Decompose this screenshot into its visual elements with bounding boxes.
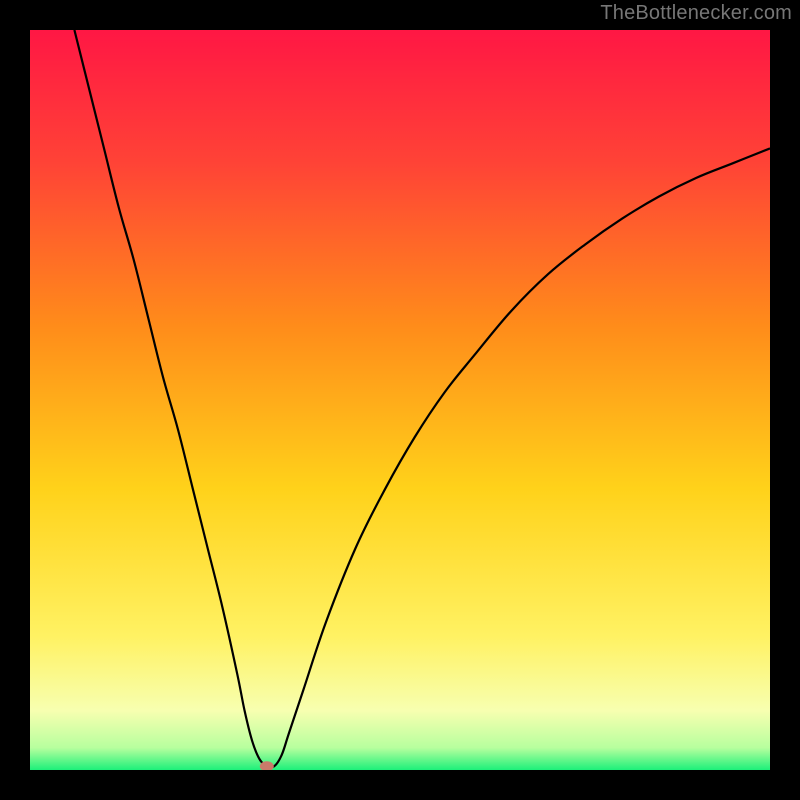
watermark-text: TheBottlenecker.com (600, 2, 792, 25)
chart-svg (30, 30, 770, 770)
chart-container: TheBottlenecker.com (0, 0, 800, 800)
gradient-background (30, 30, 770, 770)
